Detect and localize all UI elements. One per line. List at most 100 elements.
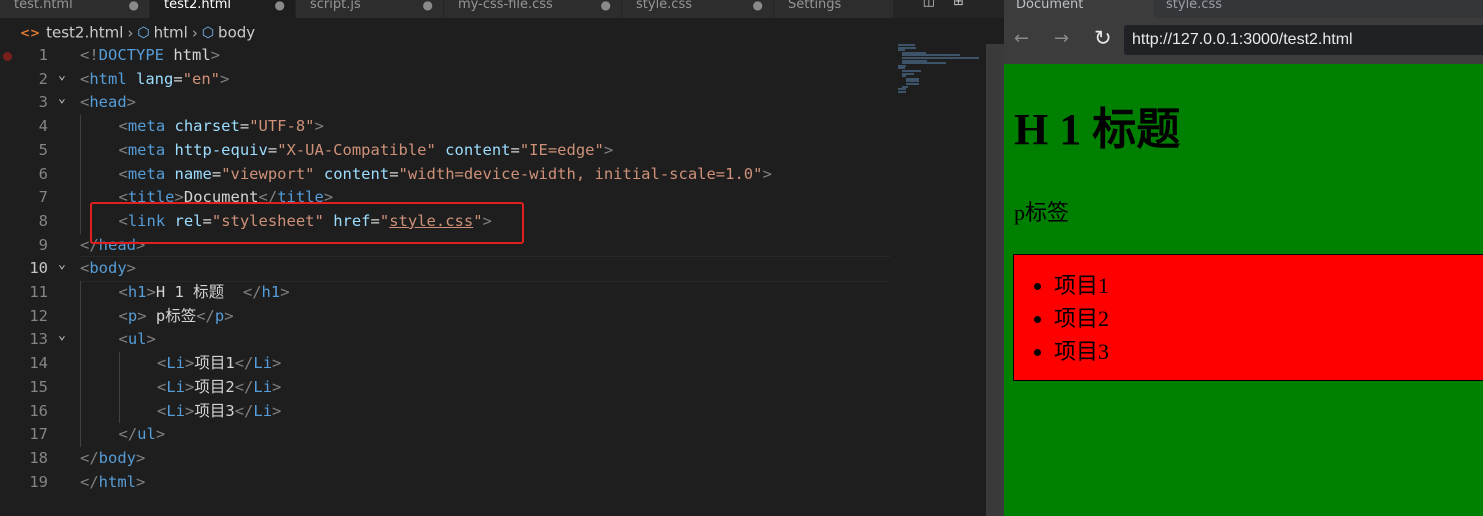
line-number: 14 (29, 354, 48, 373)
code-text: <meta http-equiv="X-UA-Compatible" conte… (118, 140, 614, 159)
minimap-line (906, 83, 920, 85)
code-line[interactable]: 1 <!DOCTYPE html> (0, 44, 890, 68)
tab-label: style.css (1166, 0, 1222, 12)
code-area[interactable]: 1 <!DOCTYPE html> 2 ⌄ <html lang="en"> 3 ⌄ <hea… (0, 44, 890, 516)
fold-chevron-icon[interactable]: ⌄ (58, 324, 66, 348)
reload-icon[interactable]: ↻ (1094, 26, 1112, 50)
line-number: 1 (38, 46, 48, 64)
breadcrumb-file[interactable]: test2.html (46, 24, 123, 42)
page-heading: H 1 标题 (1014, 105, 1181, 154)
minimap-line (902, 62, 946, 65)
editor-scrollbar[interactable] (986, 44, 1004, 516)
tab-label: test2.html (164, 0, 231, 12)
code-line[interactable]: 16 <Li>项目3</Li> (0, 400, 890, 424)
line-number: 13 (29, 330, 48, 349)
page-list: 项目1 项目2 项目3 (1013, 254, 1483, 381)
html-file-icon: <> (20, 25, 41, 40)
split-editor-icon[interactable]: ◫ (923, 0, 935, 9)
code-text: <head> (80, 93, 137, 112)
fold-chevron-icon[interactable]: ⌄ (58, 253, 66, 277)
code-line[interactable]: 3 ⌄ <head> (0, 91, 890, 115)
tab-label: script.js (310, 0, 361, 12)
code-line[interactable]: 6 <meta name="viewport" content="width=de… (0, 163, 890, 187)
browser-tab-document[interactable]: Document (1004, 0, 1154, 18)
tab-style-css[interactable]: style.css ● (622, 0, 774, 18)
code-line[interactable]: 15 <Li>项目2</Li> (0, 376, 890, 400)
code-line[interactable]: 13 ⌄ <ul> (0, 328, 890, 352)
code-line[interactable]: 4 <meta charset="UTF-8"> (0, 115, 890, 139)
code-line[interactable]: 5 <meta http-equiv="X-UA-Compatible" cont… (0, 139, 890, 163)
unsaved-dot-icon[interactable]: ● (753, 0, 763, 18)
code-text: <Li>项目3</Li> (157, 401, 282, 420)
indent-guide (80, 281, 81, 447)
code-text: <meta name="viewport" content="width=dev… (118, 164, 772, 183)
code-text: <meta charset="UTF-8"> (118, 117, 324, 136)
page-viewport: H 1 标题 p标签 项目1 项目2 项目3 (1004, 64, 1483, 516)
editor-actions: ◫ ⊞ (923, 0, 964, 9)
browser-tab-bar: Document style.css (1004, 0, 1483, 18)
browser-window: Document style.css ← → ↻ H 1 标题 p标签 项目1 … (1004, 0, 1483, 516)
tab-settings[interactable]: Settings (774, 0, 894, 18)
browser-tab-style-css[interactable]: style.css (1154, 0, 1304, 18)
line-number: 11 (29, 283, 48, 301)
page-paragraph: p标签 (1014, 200, 1070, 225)
code-line[interactable]: 17 </ul> (0, 423, 890, 447)
line-number: 6 (38, 164, 48, 183)
code-line[interactable]: 18 </body> (0, 447, 890, 471)
unsaved-dot-icon[interactable]: ● (275, 0, 285, 18)
code-editor: test.html ● test2.html ● script.js ● my-… (0, 0, 1004, 516)
code-text: <Li>项目2</Li> (157, 377, 282, 396)
unsaved-dot-icon[interactable]: ● (129, 0, 139, 18)
code-text: <Li>项目1</Li> (157, 354, 282, 373)
red-annotation-box (90, 202, 524, 244)
tab-my-css-file[interactable]: my-css-file.css ● (444, 0, 622, 18)
code-line[interactable]: 11 <h1>H 1 标题 </h1> (0, 281, 890, 305)
back-arrow-icon[interactable]: ← (1014, 28, 1029, 49)
minimap[interactable] (898, 44, 988, 104)
tab-test2-html[interactable]: test2.html ● (150, 0, 296, 18)
chevron-right-icon: › (191, 23, 198, 42)
url-input[interactable] (1124, 25, 1474, 55)
line-number: 18 (29, 448, 48, 467)
tab-label: my-css-file.css (458, 0, 553, 12)
layout-icon[interactable]: ⊞ (953, 0, 964, 9)
element-cube-icon: ⬡ (201, 24, 215, 41)
line-number: 5 (38, 140, 48, 159)
code-text: </body> (80, 448, 146, 467)
line-number: 16 (29, 401, 48, 420)
fold-chevron-icon[interactable]: ⌄ (58, 87, 66, 111)
line-number: 9 (38, 235, 48, 254)
list-item: 项目3 (1054, 335, 1483, 368)
forward-arrow-icon[interactable]: → (1054, 28, 1069, 49)
line-number: 8 (38, 211, 48, 230)
address-bar[interactable] (1124, 25, 1483, 55)
code-line[interactable]: 2 ⌄ <html lang="en"> (0, 68, 890, 92)
tab-label: Settings (788, 0, 842, 12)
browser-toolbar: ← → ↻ (1004, 18, 1483, 64)
unsaved-dot-icon[interactable]: ● (601, 0, 611, 18)
element-cube-icon: ⬡ (137, 24, 150, 41)
code-text: <html lang="en"> (80, 69, 230, 88)
line-number: 17 (29, 425, 48, 444)
code-line[interactable]: 10 ⌄ <body> (0, 257, 890, 281)
line-number: 10 (29, 259, 48, 278)
line-number: 12 (29, 306, 48, 325)
breadcrumb-body[interactable]: body (218, 24, 255, 42)
code-line[interactable]: 19 </html> (0, 471, 890, 495)
list-item: 项目2 (1054, 302, 1483, 335)
unsaved-dot-icon[interactable]: ● (423, 0, 433, 18)
tab-script-js[interactable]: script.js ● (296, 0, 444, 18)
code-text: <h1>H 1 标题 </h1> (118, 283, 290, 301)
code-text: <body> (80, 259, 137, 278)
code-text: </ul> (118, 425, 166, 444)
code-text: </html> (80, 472, 146, 491)
fold-chevron-icon[interactable]: ⌄ (58, 64, 66, 88)
code-text: <ul> (118, 330, 156, 349)
breadcrumb-html[interactable]: html (154, 24, 188, 42)
scrollbar-thumb[interactable] (986, 44, 1004, 516)
line-number: 4 (38, 117, 48, 136)
code-line[interactable]: 12 <p> p标签</p> (0, 305, 890, 329)
tab-test-html[interactable]: test.html ● (0, 0, 150, 18)
code-line[interactable]: 14 <Li>项目1</Li> (0, 352, 890, 376)
chevron-right-icon: › (127, 23, 134, 42)
